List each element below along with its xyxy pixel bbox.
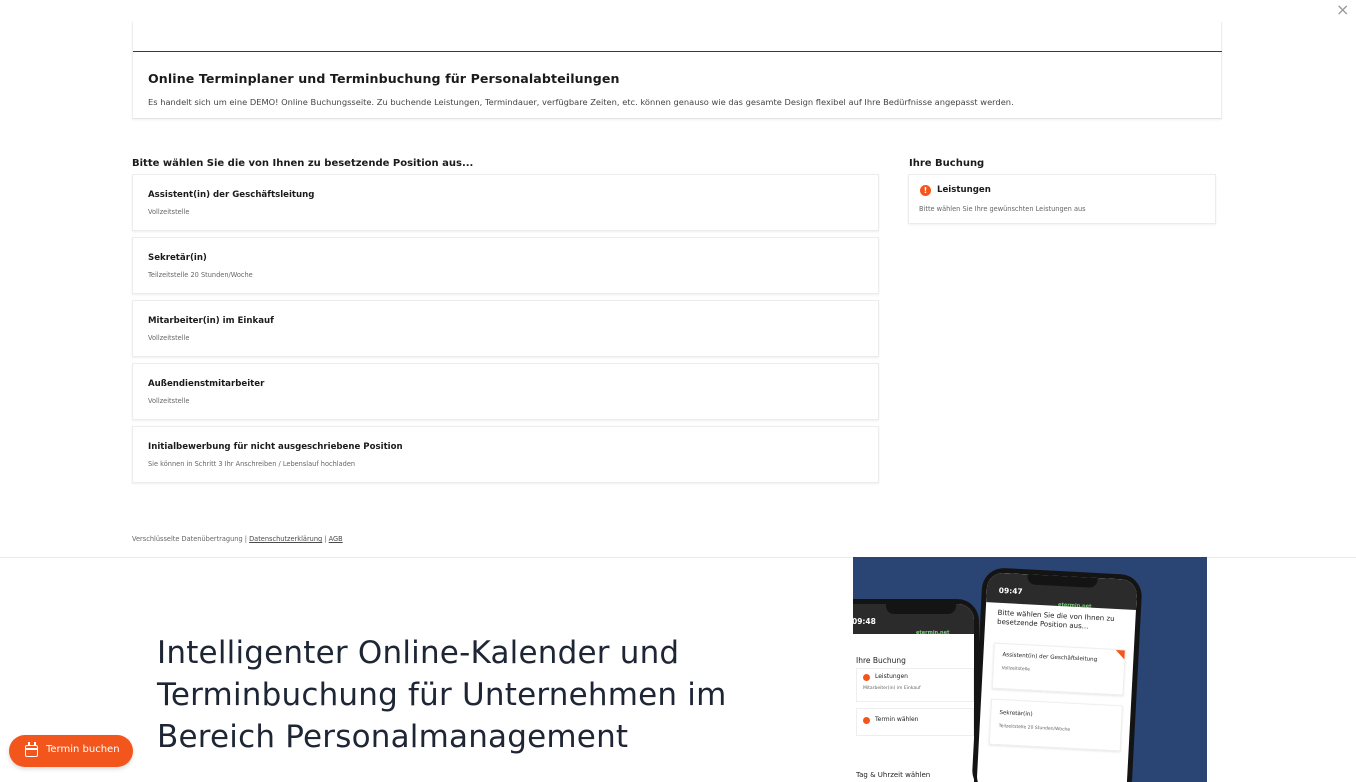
privacy-link[interactable]: Datenschutzerklärung [249, 535, 322, 543]
position-subtitle: Vollzeitstelle [148, 334, 190, 342]
position-item-sekretaer[interactable]: Sekretär(in) Teilzeitstelle 20 Stunden/W… [132, 237, 879, 294]
position-title: Initialbewerbung für nicht ausgeschriebe… [148, 442, 403, 452]
footer-separator: | [324, 535, 327, 543]
page-description: Es handelt sich um eine DEMO! Online Buc… [148, 97, 1014, 107]
phone-time: 09:47 [998, 585, 1023, 597]
phone-item1-title: Assistent(in) der Geschäftsleitung [1002, 652, 1098, 664]
phone-mockup-right: 09:47 etermin.net Bitte wählen Sie die v… [971, 566, 1143, 782]
position-title: Assistent(in) der Geschäftsleitung [148, 190, 315, 200]
terms-link[interactable]: AGB [329, 535, 343, 543]
phone-time: 09:48 [853, 617, 876, 626]
book-appointment-button[interactable]: Termin buchen [9, 735, 133, 767]
position-item-aussendienst[interactable]: Außendienstmitarbeiter Vollzeitstelle [132, 363, 879, 420]
close-icon[interactable]: × [1336, 2, 1350, 18]
phone-step-card: Termin wählen [856, 708, 974, 736]
booking-step-hint: Bitte wählen Sie Ihre gewünschten Leistu… [919, 205, 1086, 213]
positions-heading: Bitte wählen Sie die von Ihnen zu besetz… [132, 158, 474, 169]
position-item-assistent[interactable]: Assistent(in) der Geschäftsleitung Vollz… [132, 174, 879, 231]
position-title: Außendienstmitarbeiter [148, 379, 265, 389]
phone-step1-label: Leistungen [875, 673, 908, 680]
booking-step-label: Leistungen [937, 185, 991, 195]
position-subtitle: Teilzeitstelle 20 Stunden/Woche [148, 271, 253, 279]
selected-corner-icon [1115, 650, 1125, 660]
warning-icon [863, 717, 870, 724]
position-item-initialbewerbung[interactable]: Initialbewerbung für nicht ausgeschriebe… [132, 426, 879, 483]
booking-summary-card: ! Leistungen Bitte wählen Sie Ihre gewün… [908, 174, 1216, 224]
header-card: Online Terminplaner und Terminbuchung fü… [132, 22, 1222, 119]
position-subtitle: Vollzeitstelle [148, 397, 190, 405]
hero-image: 09:48 etermin.net Ihre Buchung Leistunge… [853, 557, 1207, 782]
position-item-einkauf[interactable]: Mitarbeiter(in) im Einkauf Vollzeitstell… [132, 300, 879, 357]
phone-step2-label: Termin wählen [875, 716, 919, 723]
header-rule [133, 51, 1222, 52]
phone-step-card: Leistungen Mitarbeiter(in) im Einkauf [856, 668, 974, 702]
phone-url: etermin.net [1057, 601, 1092, 610]
position-subtitle: Vollzeitstelle [148, 208, 190, 216]
phone-item2-sub: Teilzeitstelle 20 Stunden/Woche [998, 724, 1071, 733]
phone-position-card: Sekretär(in) Teilzeitstelle 20 Stunden/W… [988, 698, 1123, 752]
hero-heading: Intelligenter Online-Kalender und Termin… [157, 635, 727, 755]
page-title: Online Terminplaner und Terminbuchung fü… [148, 71, 620, 86]
warning-icon [863, 674, 870, 681]
position-subtitle: Sie können in Schritt 3 Ihr Anschreiben … [148, 460, 356, 468]
phone-step1-detail: Mitarbeiter(in) im Einkauf [863, 686, 921, 691]
footer-links: Verschlüsselte Datenübertragung | Datens… [132, 535, 343, 543]
position-title: Sekretär(in) [148, 253, 207, 263]
book-appointment-label: Termin buchen [46, 744, 120, 755]
phone-notch [886, 604, 956, 614]
phone-booking-title: Ihre Buchung [856, 656, 906, 665]
phone-mockup-left: 09:48 etermin.net Ihre Buchung Leistunge… [853, 599, 979, 782]
phone-url: etermin.net [916, 630, 950, 636]
phone-section-title: Tag & Uhrzeit wählen [856, 771, 931, 779]
warning-icon: ! [920, 185, 931, 196]
booking-heading: Ihre Buchung [909, 158, 985, 169]
calendar-icon [25, 742, 38, 757]
secure-transfer-text: Verschlüsselte Datenübertragung | [132, 535, 247, 543]
phone-position-card: Assistent(in) der Geschäftsleitung Vollz… [991, 642, 1126, 696]
phone-item1-sub: Vollzeitstelle [1001, 666, 1031, 673]
phone-heading: Bitte wählen Sie die von Ihnen zu besetz… [996, 608, 1115, 631]
position-title: Mitarbeiter(in) im Einkauf [148, 316, 274, 326]
phone-item2-title: Sekretär(in) [999, 710, 1033, 718]
